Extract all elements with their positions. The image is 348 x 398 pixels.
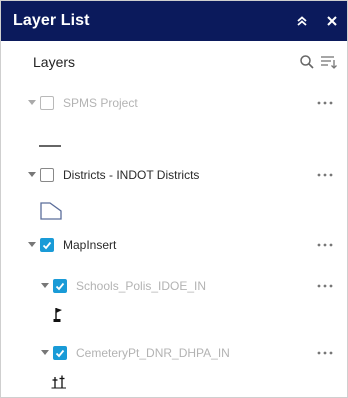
- layer-list-panel: Layer List Layers SPMS Project Districts…: [0, 0, 348, 398]
- layer-options-button[interactable]: [315, 163, 335, 187]
- layer-label: Districts - INDOT Districts: [63, 168, 200, 182]
- layer-label: MapInsert: [63, 238, 117, 252]
- layer-visibility-checkbox[interactable]: [40, 168, 54, 182]
- layer-row-cemetery: CemeteryPt_DNR_DHPA_IN: [40, 341, 347, 365]
- expand-toggle[interactable]: [40, 348, 50, 358]
- layer-row-mapinsert: MapInsert: [27, 233, 347, 257]
- legend-symbol: [53, 307, 63, 328]
- layer-visibility-checkbox[interactable]: [53, 346, 67, 360]
- double-chevron-up-icon: [297, 16, 307, 26]
- expand-toggle[interactable]: [27, 98, 37, 108]
- expand-toggle[interactable]: [27, 170, 37, 180]
- line-symbol-icon: [39, 145, 61, 147]
- legend-symbol: [39, 135, 61, 153]
- more-options-icon: [317, 351, 333, 355]
- legend-symbol: [39, 201, 63, 226]
- layer-row-schools: Schools_Polis_IDOE_IN: [40, 274, 347, 298]
- layers-toolbar: Layers: [1, 41, 347, 83]
- layer-visibility-checkbox[interactable]: [53, 279, 67, 293]
- cemetery-cross-icon: [51, 375, 66, 389]
- layer-row-spms-project: SPMS Project: [27, 91, 347, 115]
- layer-visibility-checkbox[interactable]: [40, 238, 54, 252]
- layer-options-button[interactable]: [315, 341, 335, 365]
- layers-heading: Layers: [33, 54, 76, 70]
- more-options-icon: [317, 243, 333, 247]
- layer-options-button[interactable]: [315, 91, 335, 115]
- layer-label: CemeteryPt_DNR_DHPA_IN: [76, 346, 230, 360]
- more-options-icon: [317, 101, 333, 105]
- more-options-icon: [317, 284, 333, 288]
- layer-options-button[interactable]: [315, 274, 335, 298]
- collapse-button[interactable]: [287, 1, 317, 41]
- caret-down-icon: [41, 283, 49, 288]
- panel-title: Layer List: [13, 12, 90, 29]
- checkmark-icon: [42, 241, 52, 249]
- school-flag-icon: [53, 308, 62, 322]
- filter-button[interactable]: [319, 52, 339, 72]
- layer-label: Schools_Polis_IDOE_IN: [76, 279, 207, 293]
- more-options-icon: [317, 173, 333, 177]
- caret-down-icon: [41, 350, 49, 355]
- checkmark-icon: [55, 349, 65, 357]
- caret-down-icon: [28, 100, 36, 105]
- close-icon: [327, 16, 337, 26]
- legend-symbol: [51, 375, 67, 394]
- search-button[interactable]: [297, 52, 317, 72]
- layer-visibility-checkbox[interactable]: [40, 96, 54, 110]
- caret-down-icon: [28, 242, 36, 247]
- checkmark-icon: [55, 282, 65, 290]
- close-button[interactable]: [317, 1, 347, 41]
- layer-row-districts: Districts - INDOT Districts: [27, 163, 347, 187]
- search-icon: [300, 55, 314, 69]
- expand-toggle[interactable]: [27, 240, 37, 250]
- layer-options-button[interactable]: [315, 233, 335, 257]
- polygon-symbol-icon: [40, 202, 62, 220]
- caret-down-icon: [28, 172, 36, 177]
- expand-toggle[interactable]: [40, 281, 50, 291]
- filter-list-icon: [321, 56, 337, 69]
- panel-titlebar: Layer List: [1, 1, 347, 41]
- layer-label: SPMS Project: [63, 96, 138, 110]
